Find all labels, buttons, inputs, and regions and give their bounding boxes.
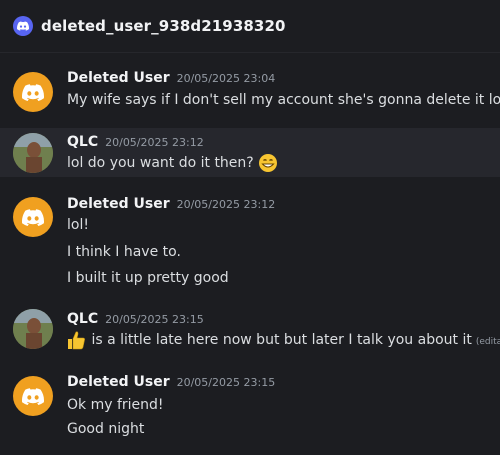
channel-header: deleted_user_938d21938320 bbox=[0, 0, 500, 53]
message-header: Deleted User 20/05/2025 23:15 bbox=[67, 374, 275, 390]
message-text: lol! bbox=[67, 217, 89, 233]
username[interactable]: Deleted User bbox=[67, 70, 170, 86]
username[interactable]: QLC bbox=[67, 134, 98, 150]
message-text: I built it up pretty good bbox=[67, 270, 229, 286]
timestamp: 20/05/2025 23:12 bbox=[105, 136, 204, 149]
message-text-content: is a little late here now but but later … bbox=[91, 332, 472, 348]
edited-label: (editado) bbox=[475, 337, 500, 347]
message-text: lol do you want do it then? bbox=[67, 153, 278, 173]
avatar[interactable] bbox=[13, 72, 53, 112]
message-item: QLC 20/05/2025 23:15 is a little late he… bbox=[0, 305, 500, 355]
timestamp: 20/05/2025 23:12 bbox=[176, 198, 276, 211]
avatar[interactable] bbox=[13, 197, 53, 237]
discord-logo-icon bbox=[22, 208, 44, 226]
message-item: Deleted User 20/05/2025 23:12 lol! I thi… bbox=[0, 190, 500, 294]
avatar[interactable] bbox=[13, 376, 53, 416]
message-text: My wife says if I don't sell my account … bbox=[67, 92, 500, 108]
message-header: QLC 20/05/2025 23:15 bbox=[67, 311, 204, 327]
message-text: I think I have to. bbox=[67, 244, 181, 260]
timestamp: 20/05/2025 23:15 bbox=[176, 376, 276, 389]
user-photo-icon bbox=[13, 309, 53, 349]
user-photo-icon bbox=[13, 133, 53, 173]
username[interactable]: Deleted User bbox=[67, 196, 170, 212]
thumbs-up-icon[interactable] bbox=[65, 329, 87, 351]
discord-logo-icon bbox=[22, 83, 44, 101]
message-text: Good night bbox=[67, 421, 145, 437]
message-header: Deleted User 20/05/2025 23:12 bbox=[67, 196, 275, 212]
message-header: QLC 20/05/2025 23:12 bbox=[67, 134, 204, 150]
timestamp: 20/05/2025 23:04 bbox=[176, 72, 276, 85]
message-text: Ok my friend! bbox=[67, 397, 164, 413]
avatar[interactable] bbox=[13, 309, 53, 349]
message-item: QLC 20/05/2025 23:12 lol do you want do … bbox=[0, 128, 500, 177]
message-item: Deleted User 20/05/2025 23:04 My wife sa… bbox=[0, 64, 500, 124]
message-text: is a little late here now but but later … bbox=[65, 329, 500, 351]
avatar[interactable] bbox=[13, 133, 53, 173]
message-item: Deleted User 20/05/2025 23:15 Ok my frie… bbox=[0, 368, 500, 448]
discord-logo-icon bbox=[22, 387, 44, 405]
timestamp: 20/05/2025 23:15 bbox=[105, 313, 204, 326]
discord-logo-icon bbox=[13, 16, 33, 36]
message-text-content: lol do you want do it then? bbox=[67, 155, 254, 171]
message-header: Deleted User 20/05/2025 23:04 bbox=[67, 70, 275, 86]
username[interactable]: Deleted User bbox=[67, 374, 170, 390]
username[interactable]: QLC bbox=[67, 311, 98, 327]
grinning-face-icon[interactable] bbox=[258, 153, 278, 173]
channel-title[interactable]: deleted_user_938d21938320 bbox=[41, 17, 286, 35]
